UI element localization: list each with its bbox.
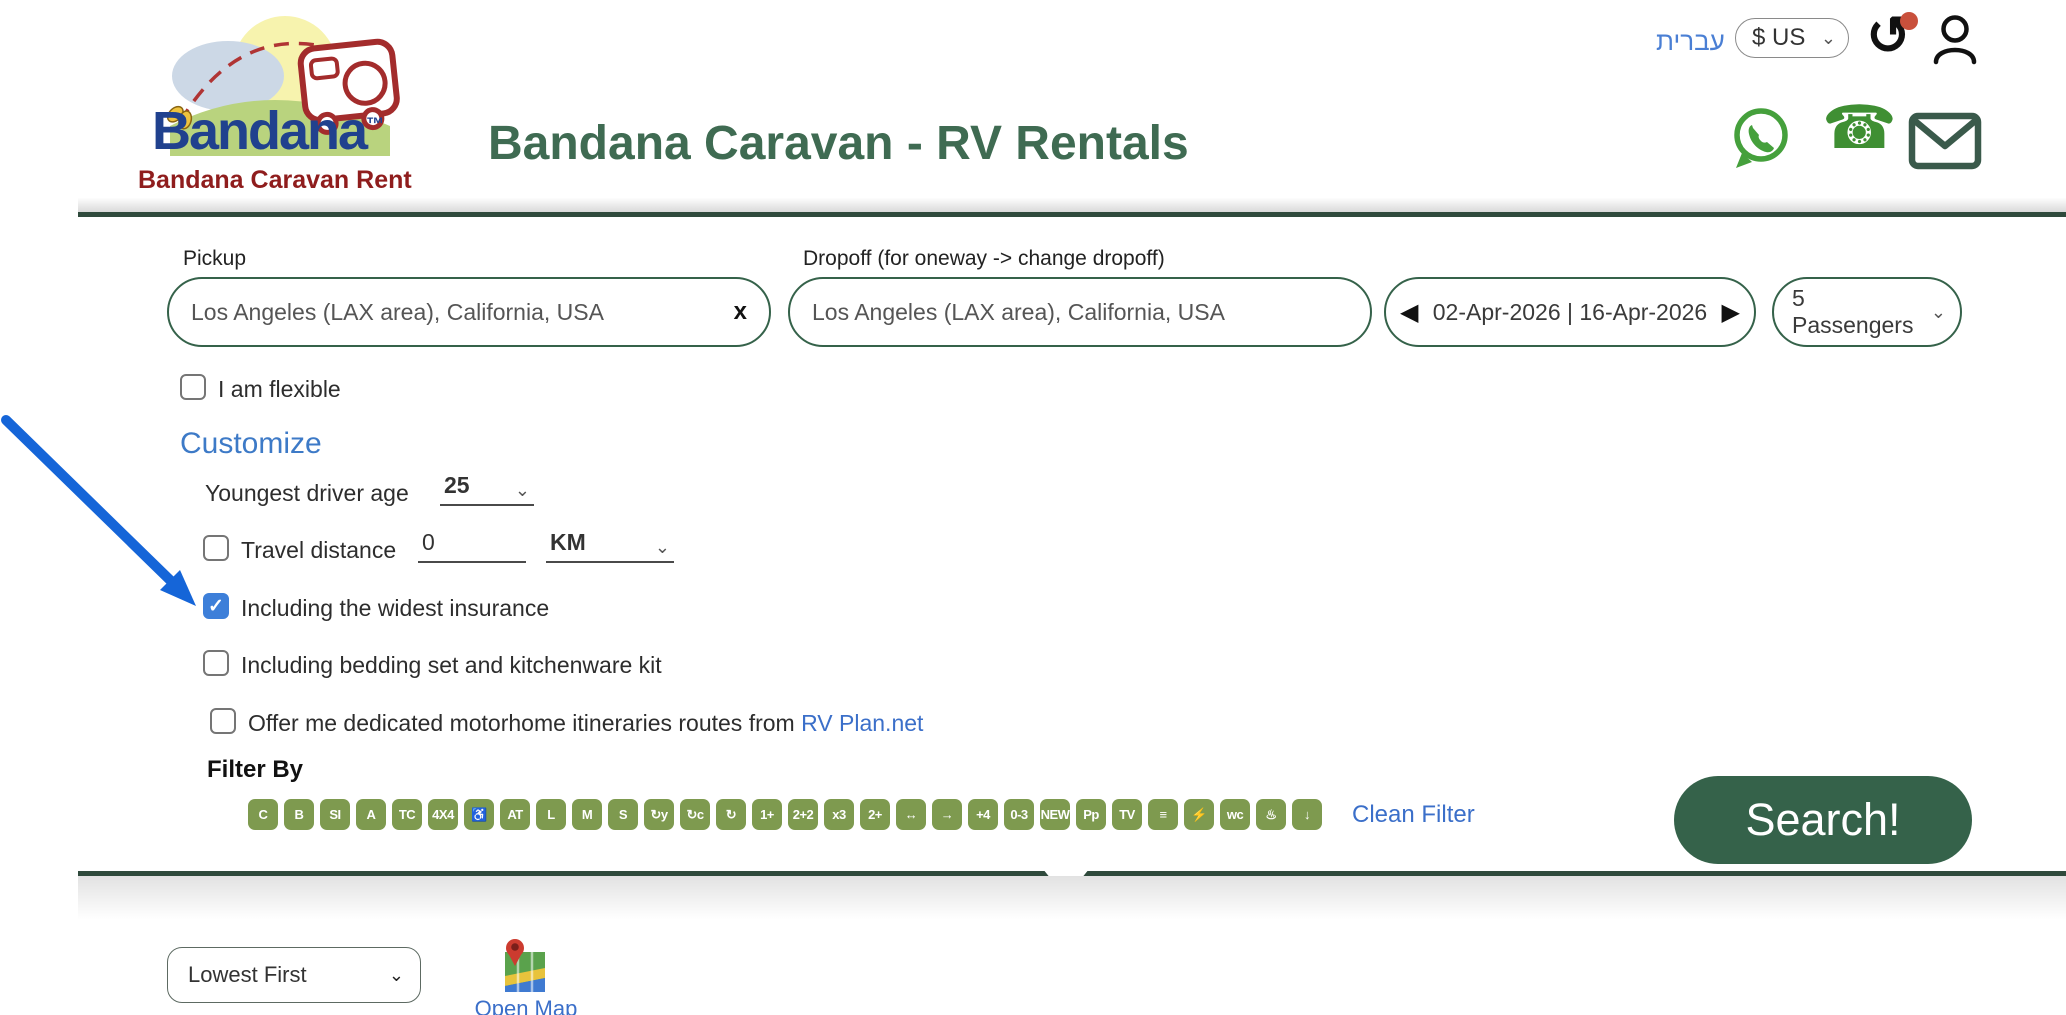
clear-pickup-button[interactable]: x (734, 298, 747, 326)
insurance-label: Including the widest insurance (241, 595, 549, 622)
chevron-down-icon: ⌄ (389, 966, 404, 984)
person-icon (1930, 14, 1980, 66)
page-title: Bandana Caravan - RV Rentals (488, 116, 1189, 171)
itineraries-label: Offer me dedicated motorhome itineraries… (248, 710, 923, 737)
travel-distance-checkbox[interactable] (203, 535, 229, 561)
chevron-down-icon: ⌄ (515, 481, 530, 499)
filter-seats-2plus2-icon[interactable]: 2+2 (788, 799, 818, 830)
filter-family-plus-icon[interactable]: 2+ (860, 799, 890, 830)
sort-value: Lowest First (188, 962, 307, 988)
filter-class-b-icon[interactable]: B (284, 799, 314, 830)
filter-by-label: Filter By (207, 756, 303, 784)
filter-rotate-c-icon[interactable]: ↻c (680, 799, 710, 830)
filter-size-medium-icon[interactable]: M (572, 799, 602, 830)
prev-dates-icon[interactable]: ◀ (1400, 298, 1418, 327)
account-button[interactable] (1930, 14, 1980, 71)
filter-semi-integrated-icon[interactable]: SI (320, 799, 350, 830)
filter-new-vehicle-icon[interactable]: NEW (1040, 799, 1070, 830)
phone-icon: ☎ (1822, 94, 1897, 161)
insurance-checkbox[interactable]: ✓ (203, 593, 229, 619)
search-button[interactable]: Search! (1674, 776, 1972, 864)
filter-class-a-icon[interactable]: A (356, 799, 386, 830)
header-divider-band (78, 198, 2066, 212)
bedding-label: Including bedding set and kitchenware ki… (241, 652, 662, 679)
filter-bus-unload-icon[interactable]: ↓ (1292, 799, 1322, 830)
filter-plus-4-icon[interactable]: +4 (968, 799, 998, 830)
dropoff-value: Los Angeles (LAX area), California, USA (812, 299, 1225, 326)
trademark-mark: ™ (366, 114, 382, 134)
filter-rotate-y-icon[interactable]: ↻y (644, 799, 674, 830)
envelope-icon (1908, 112, 1982, 170)
filter-size-large-icon[interactable]: L (536, 799, 566, 830)
driver-age-value: 25 (444, 472, 470, 499)
filter-rotate-icon[interactable]: ↻ (716, 799, 746, 830)
notification-dot (1900, 12, 1918, 30)
phone-button[interactable]: ☎ (1822, 98, 1897, 158)
date-range-picker[interactable]: ◀ 02-Apr-2026 | 16-Apr-2026 ▶ (1384, 277, 1756, 347)
history-button[interactable]: ↺ (1864, 8, 1920, 66)
pickup-label: Pickup (183, 247, 246, 271)
email-button[interactable] (1908, 112, 1982, 175)
header-divider-line (78, 212, 2066, 217)
filter-wheelchair-accessible-icon[interactable]: ♿ (464, 799, 494, 830)
language-link[interactable]: עברית (1656, 26, 1725, 57)
filter-shower-icon[interactable]: ♨ (1256, 799, 1286, 830)
date-range-value: 02-Apr-2026 | 16-Apr-2026 (1433, 299, 1707, 326)
chevron-down-icon: ⌄ (655, 538, 670, 556)
bedding-checkbox[interactable] (203, 650, 229, 676)
travel-distance-label: Travel distance (241, 537, 396, 564)
filter-icons-row: CBSIATC4X4♿ATLMS↻y↻c↻1+2+2x32+↔→+40-3NEW… (248, 799, 1338, 830)
filter-electricity-icon[interactable]: ⚡ (1184, 799, 1214, 830)
filter-automatic-transmission-icon[interactable]: AT (500, 799, 530, 830)
flexible-checkbox[interactable] (180, 374, 206, 400)
open-map-button[interactable] (496, 934, 554, 1001)
logo-caption: Bandana Caravan Rent (138, 166, 400, 195)
chevron-down-icon: ⌄ (1821, 29, 1836, 47)
filter-seats-x3-icon[interactable]: x3 (824, 799, 854, 830)
filter-truck-camper-icon[interactable]: TC (392, 799, 422, 830)
filter-baby-0-3-icon[interactable]: 0-3 (1004, 799, 1034, 830)
currency-value: $ US (1752, 24, 1805, 52)
whatsapp-button[interactable] (1730, 106, 1794, 175)
open-map-label[interactable]: Open Map (468, 996, 584, 1015)
travel-distance-input[interactable]: 0 (418, 529, 526, 563)
rv-rental-search-page: Bandana™ Bandana Caravan Rent Bandana Ca… (0, 0, 2066, 1015)
filter-bed-icon[interactable]: ≡ (1148, 799, 1178, 830)
dropoff-input[interactable]: Los Angeles (LAX area), California, USA (788, 277, 1372, 347)
currency-select[interactable]: $ US ⌄ (1735, 18, 1849, 58)
filter-people-icon[interactable]: Pp (1076, 799, 1106, 830)
site-logo[interactable]: Bandana™ Bandana Caravan Rent (138, 4, 398, 194)
filter-extra-person-icon[interactable]: 1+ (752, 799, 782, 830)
pickup-input[interactable]: Los Angeles (LAX area), California, USA … (167, 277, 771, 347)
whatsapp-icon (1730, 106, 1794, 170)
filter-width-icon[interactable]: ↔ (896, 799, 926, 830)
map-icon (496, 934, 554, 996)
travel-distance-value: 0 (422, 529, 435, 556)
chevron-down-icon: ⌄ (1931, 303, 1946, 321)
driver-age-select[interactable]: 25 ⌄ (440, 472, 534, 506)
flexible-label: I am flexible (218, 376, 341, 403)
rv-plan-link[interactable]: RV Plan.net (801, 710, 923, 736)
driver-age-label: Youngest driver age (205, 480, 409, 507)
filter-class-c-icon[interactable]: C (248, 799, 278, 830)
dropoff-label: Dropoff (for oneway -> change dropoff) (803, 247, 1165, 271)
passengers-select[interactable]: 5 Passengers ⌄ (1772, 277, 1962, 347)
results-divider-band (78, 876, 2066, 920)
sort-select[interactable]: Lowest First ⌄ (167, 947, 421, 1003)
filter-size-small-icon[interactable]: S (608, 799, 638, 830)
distance-unit-value: KM (550, 529, 586, 556)
next-dates-icon[interactable]: ▶ (1722, 298, 1740, 327)
logo-brand-text: Bandana™ (152, 100, 382, 162)
filter-wc-icon[interactable]: wc (1220, 799, 1250, 830)
clean-filter-link[interactable]: Clean Filter (1352, 801, 1475, 829)
filter-oneway-icon[interactable]: → (932, 799, 962, 830)
pickup-value: Los Angeles (LAX area), California, USA (191, 299, 604, 326)
filter-4x4-icon[interactable]: 4X4 (428, 799, 458, 830)
passengers-value: 5 Passengers (1792, 285, 1931, 339)
filter-tv-icon[interactable]: TV (1112, 799, 1142, 830)
distance-unit-select[interactable]: KM ⌄ (546, 529, 674, 563)
customize-toggle[interactable]: Customize (180, 427, 322, 461)
itineraries-checkbox[interactable] (210, 708, 236, 734)
